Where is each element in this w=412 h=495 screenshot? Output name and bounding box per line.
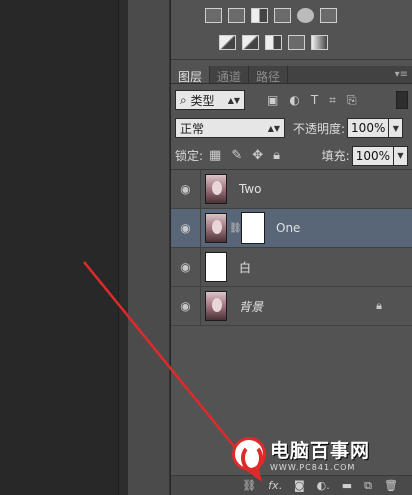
opacity-label: 不透明度: [293,121,346,136]
watermark-title: 电脑百事网 [270,440,371,462]
visibility-eye-icon[interactable]: ◉ [171,248,201,286]
lock-paint-brush-icon[interactable]: ✎ [231,148,242,163]
filter-kind-label: 类型 [190,93,215,108]
updown-arrow-icon: ▲▼ [227,95,240,105]
layer-name: 背景 [239,299,264,314]
panel-divider [118,0,128,495]
type-filter-icon[interactable]: T [311,93,318,108]
blend-mode-select[interactable]: 正常 ▲▼ [175,118,285,138]
layer-lock-icon: 🔒︎ [376,299,382,312]
adjustment-filter-icon[interactable]: ◐ [289,93,299,108]
watermark-logo-icon [232,437,266,472]
layer-thumbnail [205,291,227,321]
panel-menu-icon[interactable]: ▾≡ [395,69,408,80]
blend-mode-label: 正常 [180,121,205,136]
fill-dropdown-icon[interactable]: ▼ [394,145,408,166]
fill-input[interactable]: 100% [351,145,394,166]
camera-icon[interactable] [274,8,291,23]
opacity-input[interactable]: 100% [347,118,390,138]
layer-name: One [276,221,301,235]
trash-icon[interactable]: 🗑︎ [384,479,398,492]
tab-paths[interactable]: 路径 [249,66,289,84]
visibility-eye-icon[interactable]: ◉ [171,209,201,247]
channel-mixer-icon[interactable] [297,8,314,23]
visibility-eye-icon[interactable]: ◉ [171,287,201,325]
panel-tabs: 图层 通道 路径 ▾≡ [171,66,412,84]
black-white-icon[interactable] [251,8,268,23]
layer-thumbnail [205,174,227,204]
selective-color-icon[interactable] [288,35,305,50]
link-layers-icon[interactable]: ⛓ [242,479,256,492]
group-folder-icon[interactable]: ▬ [342,479,352,492]
add-mask-icon[interactable]: ◙ [294,479,305,492]
shape-filter-icon[interactable]: ⌗ [329,93,336,108]
new-layer-icon[interactable]: ⧉ [364,479,372,493]
filter-icons: ▣ ◐ T ⌗ ⎘ [267,93,357,108]
collapsed-dock-column [128,0,170,495]
adjustments-panel [171,0,412,60]
layer-style-fx-icon[interactable]: fx. [268,479,282,492]
layer-name: Two [239,182,262,196]
layers-panel: 图层 通道 路径 ▾≡ ⌕ 类型 ▲▼ ▣ ◐ T ⌗ ⎘ 正常 ▲▼ 不透明度… [171,0,412,495]
layer-row-white[interactable]: ◉ 白 [171,248,412,287]
filter-kind-select[interactable]: ⌕ 类型 ▲▼ [175,90,245,110]
lock-icons: ▦ ✎ ✥ 🔒︎ [209,148,280,163]
opacity-dropdown-icon[interactable]: ▼ [389,118,404,138]
tab-layers[interactable]: 图层 [171,66,211,84]
updown-arrow-icon: ▲▼ [267,123,280,133]
visibility-eye-icon[interactable]: ◉ [171,170,201,208]
layers-list: ◉ Two ◉ ⛓ One ◉ 白 ◉ 背景 🔒︎ [171,170,412,326]
fill-label: 填充: [321,149,350,163]
watermark: 电脑百事网 WWW.PC841.COM [232,436,370,472]
adjustments-row-2 [219,35,328,50]
balance-icon[interactable] [228,8,245,23]
gradient-map-icon[interactable] [311,35,328,50]
layer-name: 白 [239,260,252,275]
image-filter-icon[interactable]: ▣ [267,93,278,108]
lock-label: 锁定: [175,149,204,163]
invert-icon[interactable] [219,35,236,50]
blend-row: 正常 ▲▼ 不透明度: 100% ▼ [171,115,412,141]
posterize-icon[interactable] [242,35,259,50]
lock-all-icon[interactable]: 🔒︎ [273,148,280,163]
layer-row-two[interactable]: ◉ Two [171,170,412,209]
chain-link-icon[interactable]: ⛓ [229,223,242,234]
layers-bottom-toolbar: ⛓ fx. ◙ ◐. ▬ ⧉ 🗑︎ [171,475,412,495]
search-icon: ⌕ [180,92,191,107]
layer-thumbnail [205,252,227,282]
layer-thumbnail [205,213,227,243]
watermark-text: 电脑百事网 WWW.PC841.COM [270,436,370,472]
document-canvas-area [0,0,118,495]
lock-position-icon[interactable]: ✥ [252,148,263,163]
threshold-icon[interactable] [265,35,282,50]
filter-toggle[interactable] [396,91,408,109]
layer-row-background[interactable]: ◉ 背景 🔒︎ [171,287,412,326]
grid-lookup-icon[interactable] [320,8,337,23]
lock-row: 锁定: ▦ ✎ ✥ 🔒︎ 填充: 100% ▼ [171,144,412,170]
lock-transparent-icon[interactable]: ▦ [209,148,221,163]
adjustment-layer-icon[interactable]: ◐. [317,479,330,492]
layer-row-one[interactable]: ◉ ⛓ One [171,209,412,248]
layer-filter-row: ⌕ 类型 ▲▼ ▣ ◐ T ⌗ ⎘ [171,87,412,113]
watermark-url: WWW.PC841.COM [270,463,356,472]
smart-object-filter-icon[interactable]: ⎘ [347,93,357,108]
adjustments-row-1 [205,8,337,23]
layer-mask-thumbnail[interactable] [241,212,265,244]
tab-channels[interactable]: 通道 [210,66,250,84]
photo-filter-icon[interactable] [205,8,222,23]
